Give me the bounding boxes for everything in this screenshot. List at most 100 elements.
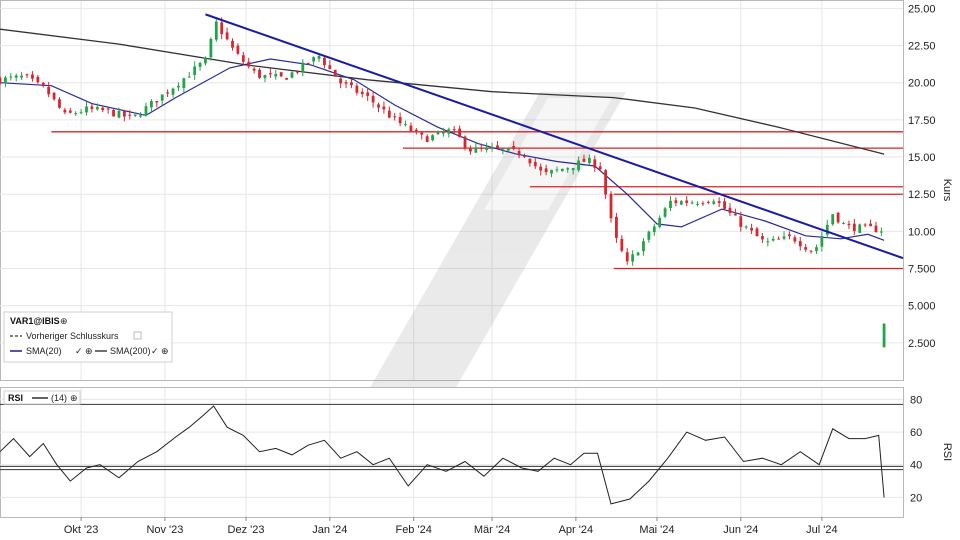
- x-tick-label: Okt '23: [64, 524, 99, 536]
- candle-body: [236, 45, 240, 54]
- candle-body: [295, 71, 299, 73]
- price-y-tick-label: 20.00: [908, 78, 936, 90]
- price-legend: VAR1@IBIS ⊕ Vorheriger Schlusskurs SMA(2…: [3, 311, 173, 363]
- legend-sma20-check[interactable]: ✓ ⊕: [75, 346, 93, 356]
- candle-body: [485, 147, 489, 150]
- candle-body: [582, 158, 586, 162]
- candle-body: [9, 76, 13, 78]
- candle-body: [836, 212, 840, 223]
- candle-body: [312, 57, 316, 62]
- candle-body: [95, 107, 99, 110]
- candle-body: [452, 129, 456, 131]
- candle-body: [79, 112, 83, 114]
- candle-body: [663, 208, 667, 217]
- candle-body: [268, 73, 272, 75]
- candle-body: [798, 241, 802, 247]
- candle-body: [441, 132, 445, 134]
- candle-body: [809, 250, 813, 252]
- candle-body: [241, 55, 245, 62]
- candle-body: [112, 109, 115, 117]
- x-tick-label: Apr '24: [559, 524, 594, 536]
- candle-body: [771, 238, 775, 241]
- candle-body: [744, 226, 748, 228]
- rsi-y-tick-label: 20: [910, 492, 922, 504]
- candle-body: [371, 95, 375, 103]
- candle-body: [631, 254, 635, 262]
- candle-body: [723, 201, 726, 209]
- candle-body: [150, 101, 153, 108]
- candle-body: [182, 78, 186, 88]
- candle-body: [858, 224, 862, 233]
- candle-body: [398, 117, 402, 124]
- candle-body: [685, 200, 689, 203]
- candle-body: [90, 106, 94, 109]
- candle-body: [463, 136, 467, 148]
- legend-sma20: SMA(20): [26, 346, 62, 356]
- candle-body: [544, 168, 548, 173]
- legend-symbol-icon[interactable]: ⊕: [60, 316, 68, 326]
- candle-body: [831, 214, 835, 225]
- x-tick-label: Jul '24: [806, 524, 837, 536]
- candle-body: [409, 125, 413, 132]
- candle-body: [393, 116, 397, 118]
- candle-body: [782, 236, 786, 239]
- x-tick-label: Mär '24: [474, 524, 510, 536]
- candle-body: [323, 57, 326, 66]
- candle-body: [825, 224, 829, 235]
- candle-body: [177, 85, 180, 88]
- candle-body: [355, 85, 359, 93]
- candle-body: [447, 129, 451, 134]
- candle-body: [479, 147, 483, 149]
- candle-body: [560, 168, 564, 172]
- candle-body: [306, 62, 310, 64]
- candle-body: [301, 62, 305, 73]
- candle-body: [712, 201, 716, 204]
- candle-body: [755, 228, 759, 237]
- candle-body: [512, 146, 516, 149]
- candle-body: [387, 110, 391, 118]
- candle-body: [274, 73, 278, 77]
- candle-body: [128, 114, 132, 116]
- x-tick-label: Nov '23: [146, 524, 183, 536]
- price-y-tick-label: 7.500: [908, 264, 936, 276]
- rsi-legend: RSI (14) ⊕: [3, 390, 81, 405]
- candle-body: [171, 88, 175, 95]
- candle-body: [58, 99, 61, 108]
- candle-body: [431, 135, 434, 141]
- candle-body: [550, 170, 553, 174]
- candle-body: [490, 147, 494, 149]
- candle-body: [555, 169, 559, 171]
- candle-body: [74, 113, 78, 115]
- price-y-tick-label: 12.50: [908, 189, 936, 201]
- rsi-y-tick-label: 80: [910, 394, 922, 406]
- candle-body: [333, 69, 337, 77]
- candle-body: [144, 106, 148, 116]
- candle-body: [469, 148, 472, 152]
- candle-body: [263, 75, 267, 79]
- rsi-legend-icon[interactable]: ⊕: [70, 393, 78, 403]
- candle-body: [625, 252, 629, 262]
- candle-body: [793, 237, 797, 242]
- candle-body: [533, 161, 537, 167]
- candle-body: [198, 62, 202, 67]
- candle-body: [642, 241, 645, 252]
- candle-body: [820, 236, 824, 247]
- candle-body: [696, 203, 699, 205]
- candle-body: [788, 234, 791, 237]
- candle-body: [647, 231, 651, 240]
- candle-body: [474, 147, 478, 153]
- candle-body: [577, 160, 580, 171]
- candle-body: [14, 75, 18, 78]
- candle-body: [669, 200, 672, 209]
- candle-body: [377, 104, 380, 108]
- candle-body: [636, 252, 640, 256]
- candle-body: [777, 238, 781, 240]
- legend-prev-close-toggle[interactable]: [133, 331, 142, 340]
- stock-chart: 25.00 22.50 20.00 17.50 15.00 12.50 10.00 7.500…: [0, 0, 953, 536]
- rsi-y-axis-title: RSI: [941, 443, 953, 461]
- legend-sma200-check[interactable]: ✓ ⊕: [151, 346, 169, 356]
- candle-body: [344, 82, 348, 84]
- candle-body: [414, 129, 418, 131]
- candle-body: [869, 223, 872, 227]
- candle-body: [258, 69, 261, 78]
